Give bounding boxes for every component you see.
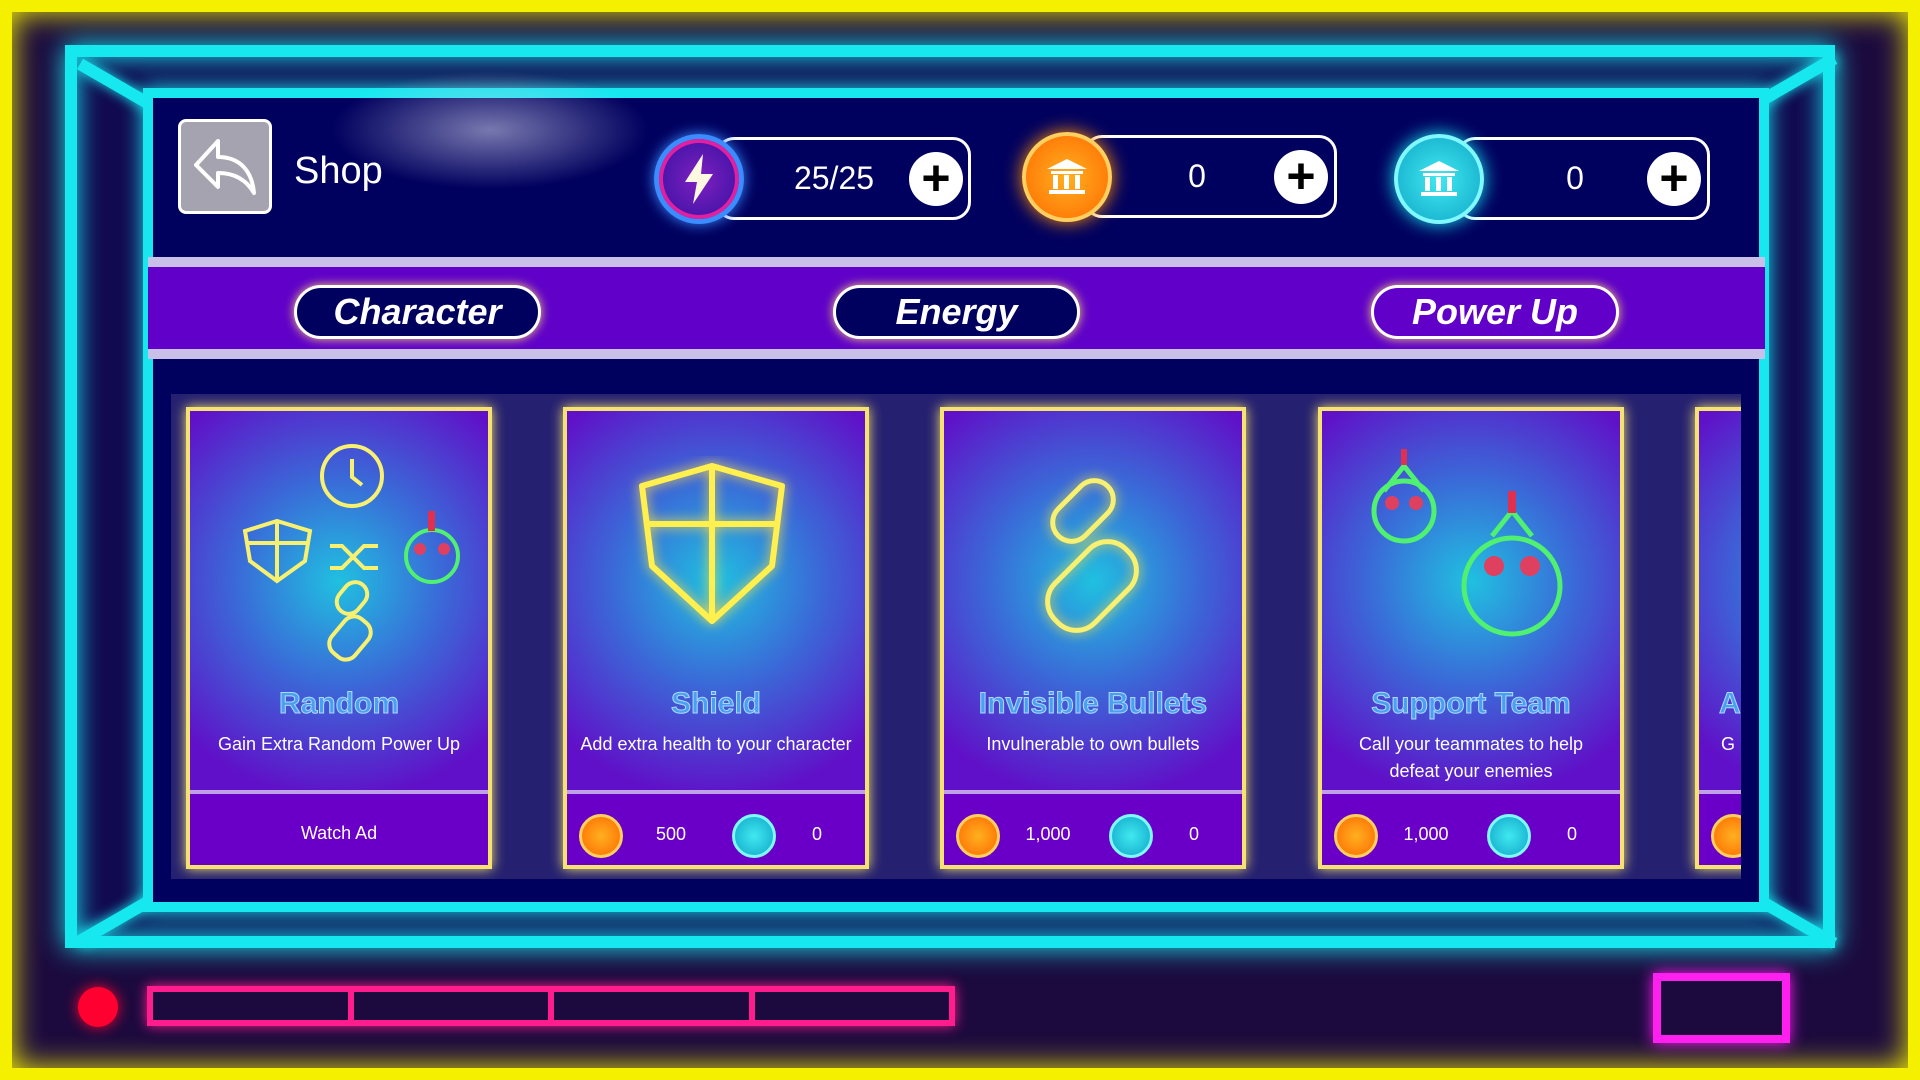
tab-character[interactable]: Character: [294, 285, 541, 339]
energy-value: 25/25: [793, 160, 875, 196]
tab-energy[interactable]: Energy: [833, 285, 1080, 339]
card-title: Shield: [670, 687, 761, 721]
back-arrow-icon: [194, 138, 256, 195]
shop-card-partial[interactable]: A G: [1695, 407, 1741, 869]
random-icon: [242, 444, 460, 662]
gold-coin-icon: [956, 814, 1000, 858]
gold-coin-icon: [1022, 132, 1112, 222]
gold-coin-icon: [579, 814, 623, 858]
shop-card-shield[interactable]: Shield Add extra health to your characte…: [563, 407, 869, 869]
gold-coin-icon: [1711, 814, 1741, 858]
card-price[interactable]: 500 0: [567, 790, 865, 865]
shield-icon: [639, 463, 785, 624]
card-art: A G: [1699, 411, 1741, 790]
page-title: Shop: [294, 150, 383, 192]
gem-coin-icon: [732, 814, 776, 858]
lightning-icon: [654, 134, 744, 224]
add-gold-button[interactable]: +: [1274, 150, 1328, 204]
gold-price: 1,000: [1025, 824, 1071, 844]
card-title: Random: [279, 687, 400, 721]
gem-counter: 0 +: [1457, 137, 1710, 220]
card-art: Shield Add extra health to your characte…: [567, 411, 865, 790]
card-description: G: [1721, 734, 1736, 754]
watch-ad-button[interactable]: Watch Ad: [190, 790, 488, 865]
card-description: Invulnerable to own bullets: [986, 734, 1200, 754]
pink-bar: [147, 986, 955, 1026]
add-gem-button[interactable]: +: [1647, 152, 1701, 206]
gold-price: 1,000: [1403, 824, 1449, 844]
card-description: Call your teammates to help defeat your …: [1358, 734, 1584, 781]
shop-card-invisible-bullets[interactable]: Invisible Bullets Invulnerable to own bu…: [940, 407, 1246, 869]
gold-coin-icon: [1334, 814, 1378, 858]
card-art: Support Team Call your teammates to help…: [1322, 411, 1620, 790]
watch-ad-label: Watch Ad: [300, 823, 378, 843]
red-light: [78, 987, 118, 1027]
card-description: Gain Extra Random Power Up: [217, 734, 461, 754]
gem-coin-icon: [1487, 814, 1531, 858]
support-team-icon: [1371, 449, 1563, 637]
card-art: Invisible Bullets Invulnerable to own bu…: [944, 411, 1242, 790]
card-art: Random Gain Extra Random Power Up: [190, 411, 488, 790]
card-title: A: [1719, 687, 1742, 721]
tab-power-up[interactable]: Power Up: [1371, 285, 1619, 339]
gold-value: 0: [1188, 158, 1206, 194]
card-price[interactable]: 1,000 0: [944, 790, 1242, 865]
gem-price: 0: [1188, 824, 1199, 844]
back-button[interactable]: [178, 119, 272, 214]
card-title: Invisible Bullets: [978, 687, 1208, 721]
gem-coin-icon: [1394, 134, 1484, 224]
gold-price: 500: [655, 824, 687, 844]
card-title: Support Team: [1371, 687, 1571, 721]
gem-price: 0: [811, 824, 822, 844]
gem-value: 0: [1566, 160, 1584, 196]
gem-coin-icon: [1109, 814, 1153, 858]
card-price[interactable]: [1699, 790, 1741, 865]
energy-counter: 25/25 +: [716, 137, 971, 220]
gold-counter: 0 +: [1084, 135, 1337, 218]
magenta-box: [1653, 973, 1790, 1043]
card-price[interactable]: 1,000 0: [1322, 790, 1620, 865]
card-description: Add extra health to your character: [580, 734, 852, 754]
gem-price: 0: [1566, 824, 1577, 844]
add-energy-button[interactable]: +: [909, 152, 963, 206]
bullets-icon: [1045, 478, 1139, 633]
item-list[interactable]: Random Gain Extra Random Power Up Watch …: [171, 394, 1741, 879]
shop-card-support-team[interactable]: Support Team Call your teammates to help…: [1318, 407, 1624, 869]
shop-card-random[interactable]: Random Gain Extra Random Power Up Watch …: [186, 407, 492, 869]
